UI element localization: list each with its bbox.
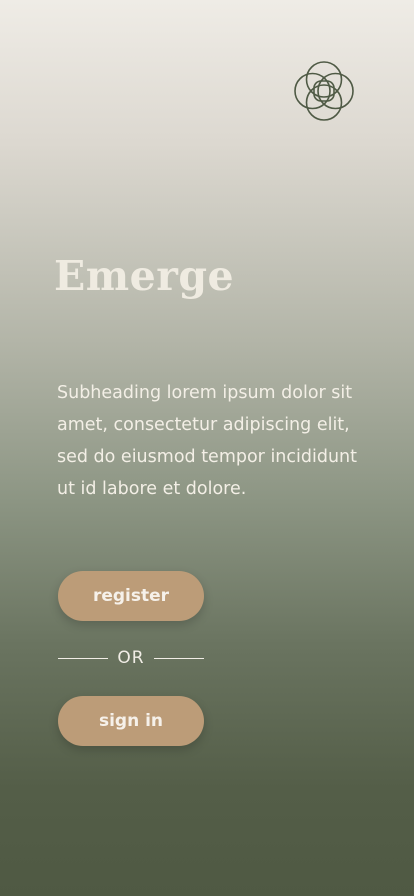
subheading-text: Subheading lorem ipsum dolor sit amet, c… [57,383,358,499]
divider-line-right [153,657,204,659]
divider-text: OR [117,648,145,668]
or-divider: OR [58,646,204,670]
sign-in-button[interactable]: sign in [58,696,204,746]
register-button[interactable]: register [58,571,204,621]
divider-line-left [58,657,108,659]
app-title: Emerge [54,252,235,300]
logo-icon [292,59,356,123]
